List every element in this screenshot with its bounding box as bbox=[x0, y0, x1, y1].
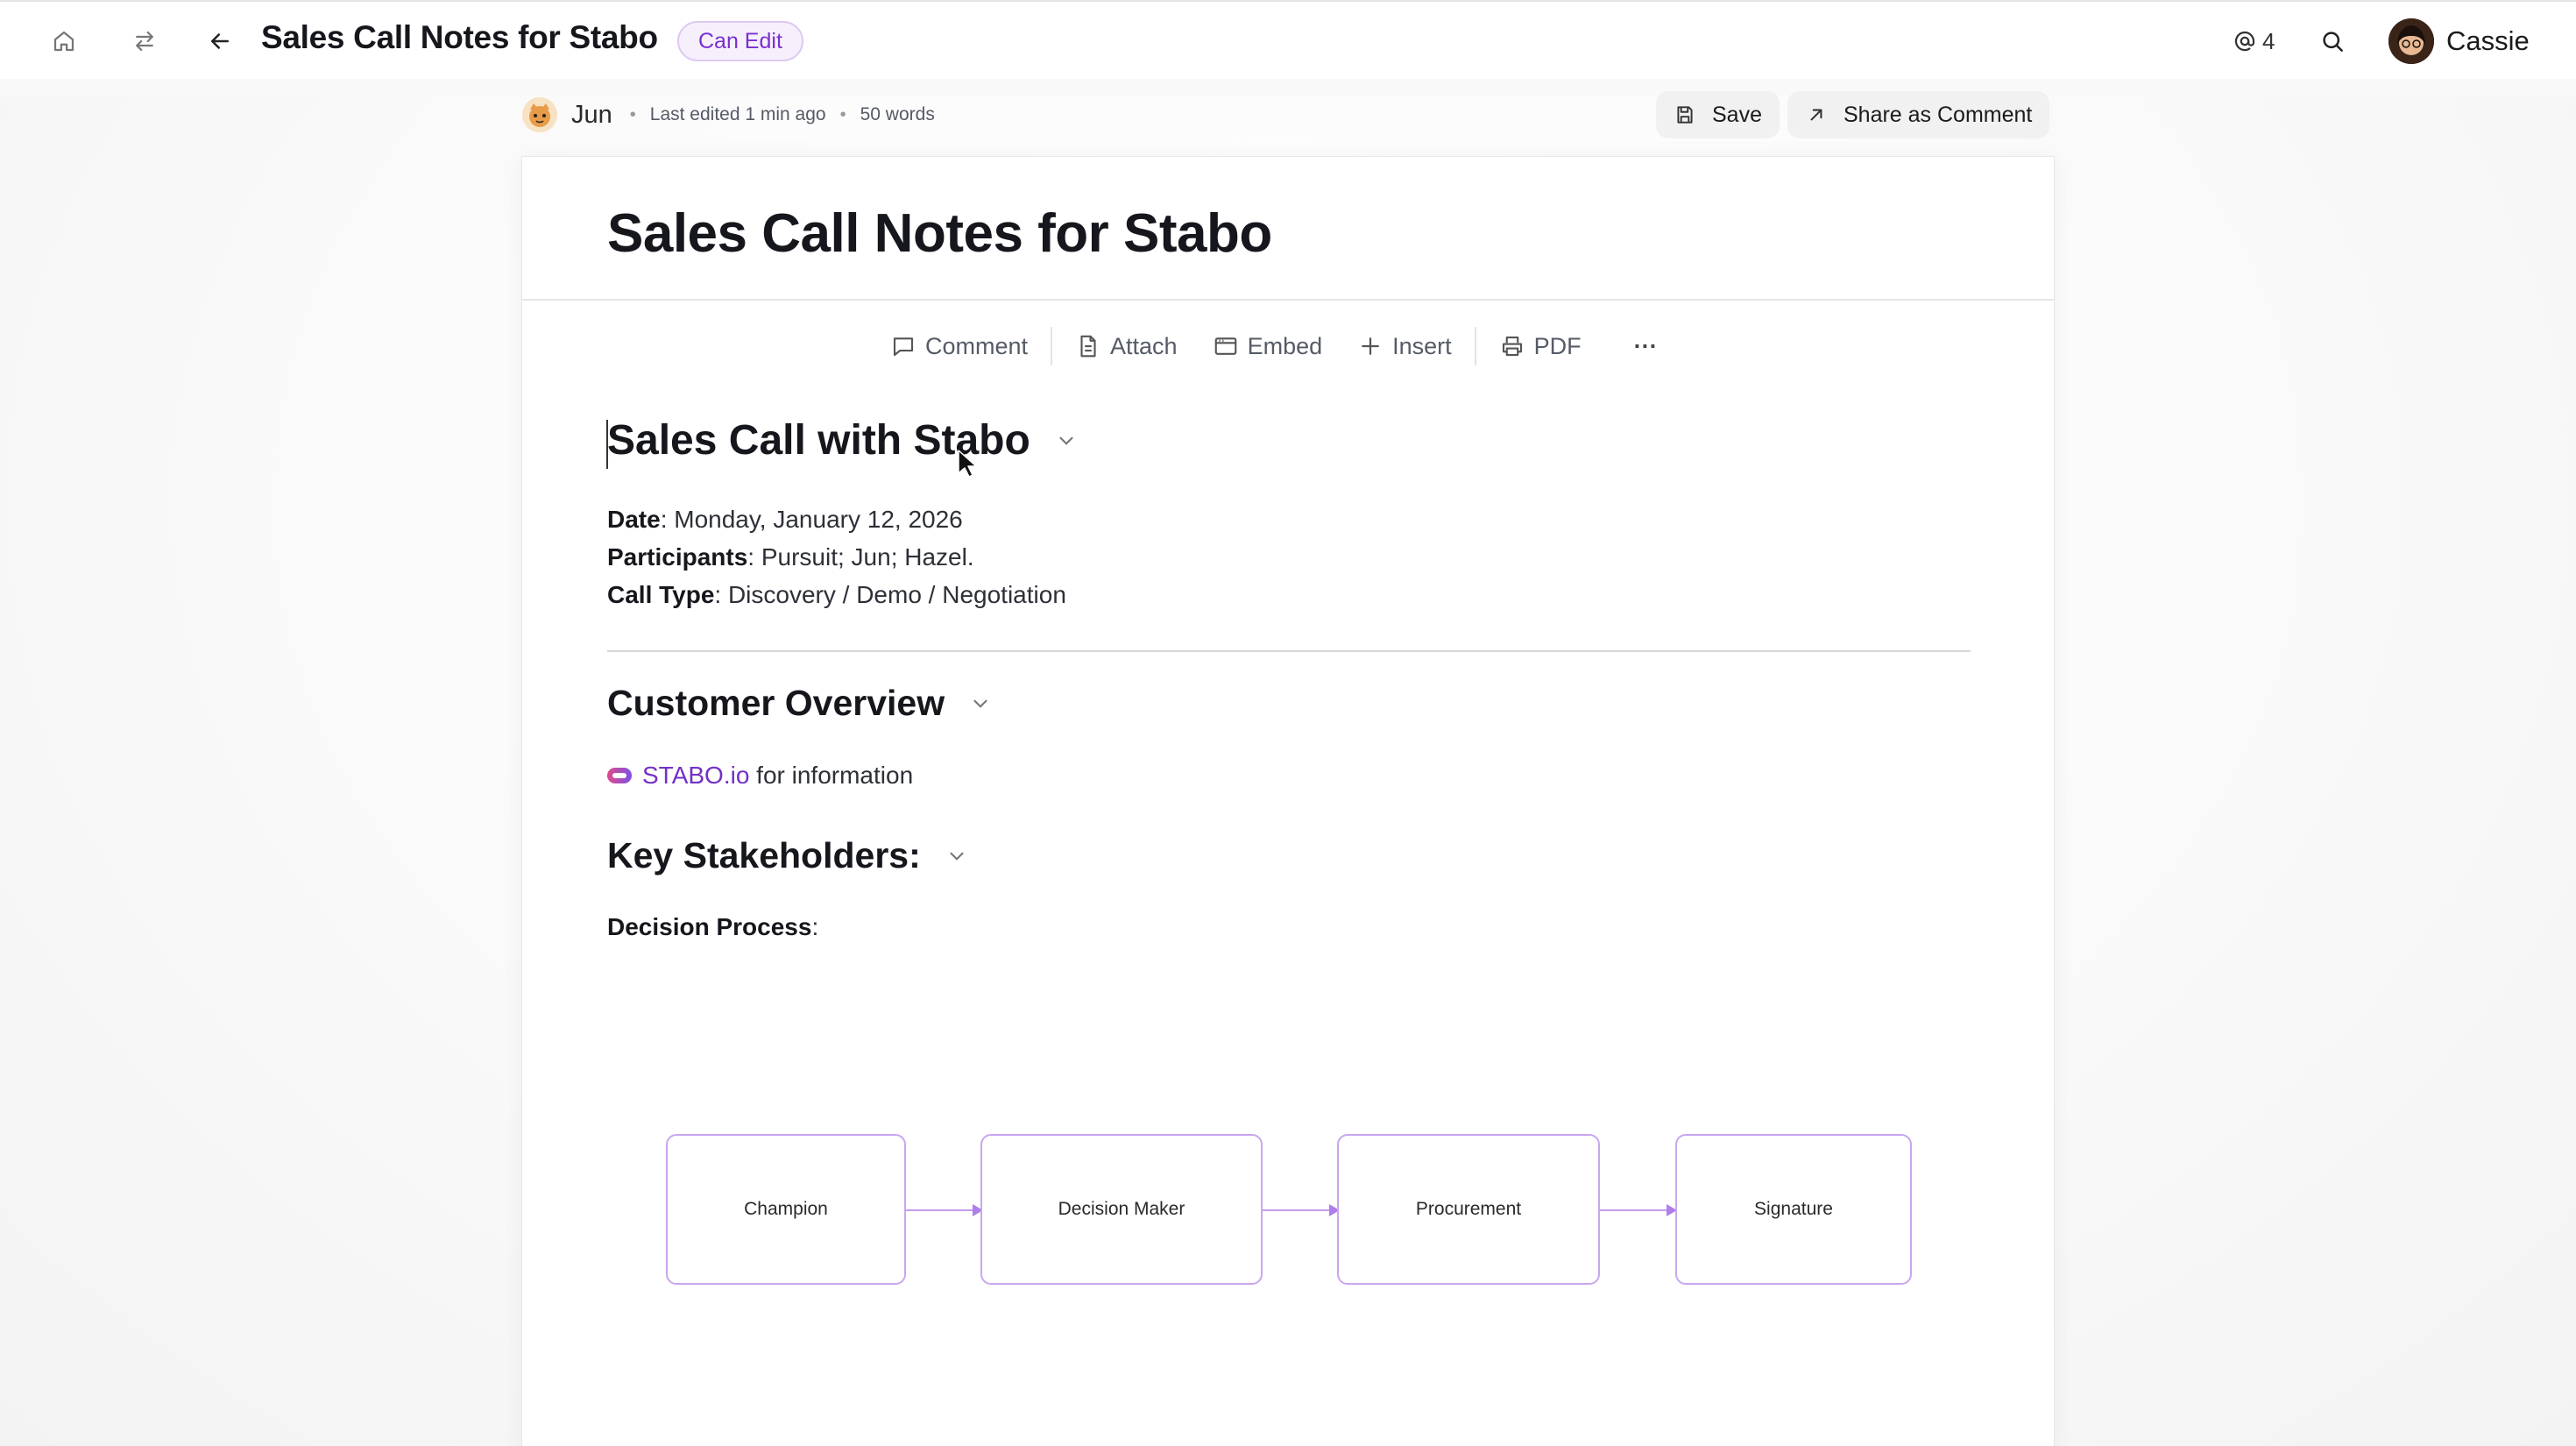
save-button[interactable]: Save bbox=[1656, 91, 1780, 138]
flow-arrow bbox=[1600, 1204, 1677, 1216]
printer-icon bbox=[1502, 336, 1522, 357]
top-bar: Sales Call Notes for Stabo Can Edit 4 Ca… bbox=[0, 0, 2576, 79]
stabo-link[interactable]: STABO.io bbox=[642, 762, 749, 789]
avatar bbox=[2388, 18, 2434, 64]
comment-bubble-icon bbox=[893, 337, 914, 357]
section-heading-key-stakeholders[interactable]: Key Stakeholders: bbox=[607, 835, 968, 876]
call-type-line: Call Type: Discovery / Demo / Negotiatio… bbox=[607, 581, 1066, 609]
arrow-up-right-icon bbox=[1810, 109, 1822, 121]
comment-label: Comment bbox=[925, 332, 1029, 359]
heading-text: Key Stakeholders: bbox=[607, 835, 921, 875]
document-header: Sales Call Notes for Stabo bbox=[522, 157, 2054, 301]
participants-label: Participants bbox=[607, 543, 748, 571]
home-icon[interactable] bbox=[38, 15, 90, 67]
date-value: : Monday, January 12, 2026 bbox=[660, 506, 963, 533]
save-label: Save bbox=[1712, 102, 1762, 127]
meta-separator: • bbox=[839, 104, 846, 124]
plus-icon bbox=[1362, 337, 1380, 355]
section-heading-sales-call[interactable]: Sales Call with Stabo bbox=[607, 416, 1078, 464]
embed-button[interactable]: Embed bbox=[1195, 320, 1341, 372]
switch-arrows-icon[interactable] bbox=[118, 15, 171, 67]
embed-label: Embed bbox=[1247, 332, 1323, 359]
call-type-value: : Discovery / Demo / Negotiation bbox=[714, 581, 1066, 608]
author-name[interactable]: Jun bbox=[571, 101, 612, 130]
document-icon bbox=[1080, 335, 1096, 358]
comment-button[interactable]: Comment bbox=[873, 320, 1045, 372]
pdf-label: PDF bbox=[1533, 332, 1582, 359]
permission-badge[interactable]: Can Edit bbox=[677, 21, 803, 61]
meta-separator: • bbox=[629, 104, 636, 124]
last-edited: Last edited 1 min ago bbox=[649, 104, 826, 124]
word-count: 50 words bbox=[860, 104, 935, 124]
mentions-button[interactable]: 4 bbox=[2233, 21, 2275, 61]
at-sign-icon bbox=[2234, 31, 2255, 52]
flow-node-signature[interactable]: Signature bbox=[1675, 1134, 1912, 1285]
share-label: Share as Comment bbox=[1844, 102, 2033, 127]
back-arrow-icon[interactable] bbox=[194, 15, 246, 67]
toolbar-divider bbox=[1474, 327, 1476, 365]
link-favicon-icon bbox=[607, 767, 632, 783]
attach-label: Attach bbox=[1110, 332, 1178, 359]
decision-process-suffix: : bbox=[811, 913, 819, 940]
document-card: Sales Call Notes for Stabo Comment Attac… bbox=[521, 156, 2055, 1446]
chevron-down-icon[interactable] bbox=[1055, 429, 1078, 452]
customer-overview-line: STABO.io for information bbox=[607, 762, 913, 790]
floppy-disk-icon bbox=[1677, 106, 1693, 124]
call-type-label: Call Type bbox=[607, 581, 715, 608]
document-title[interactable]: Sales Call Notes for Stabo bbox=[607, 202, 1272, 265]
flow-arrow bbox=[1263, 1204, 1340, 1216]
chevron-down-icon[interactable] bbox=[969, 692, 992, 715]
decision-process-line: Decision Process: bbox=[607, 913, 818, 941]
author-avatar bbox=[522, 97, 557, 132]
mentions-count: 4 bbox=[2262, 27, 2275, 54]
search-icon[interactable] bbox=[2306, 15, 2359, 67]
chevron-down-icon[interactable] bbox=[945, 845, 968, 868]
flow-node-decision-maker[interactable]: Decision Maker bbox=[980, 1134, 1263, 1285]
top-doc-title: Sales Call Notes for Stabo bbox=[261, 19, 658, 55]
more-options-button[interactable]: ··· bbox=[1617, 320, 1675, 372]
participants-line: Participants: Pursuit; Jun; Hazel. bbox=[607, 543, 974, 571]
document-toolbar: Comment Attach Embed Insert PDF ··· bbox=[873, 320, 1675, 372]
toolbar-divider bbox=[1051, 327, 1053, 365]
flow-node-procurement[interactable]: Procurement bbox=[1337, 1134, 1600, 1285]
decision-process-label: Decision Process bbox=[607, 913, 812, 940]
mouse-pointer-icon bbox=[958, 450, 976, 478]
flow-arrow bbox=[906, 1204, 983, 1216]
user-name: Cassie bbox=[2446, 25, 2530, 56]
browser-window-icon bbox=[1214, 337, 1236, 355]
doc-meta-row: Jun • Last edited 1 min ago • 50 words bbox=[522, 93, 935, 137]
pdf-button[interactable]: PDF bbox=[1482, 320, 1599, 372]
heading-text: Customer Overview bbox=[607, 683, 945, 723]
horizontal-rule bbox=[607, 650, 1971, 652]
participants-value: : Pursuit; Jun; Hazel. bbox=[747, 543, 974, 571]
date-line: Date: Monday, January 12, 2026 bbox=[607, 506, 963, 534]
user-menu[interactable]: Cassie bbox=[2388, 14, 2530, 68]
more-dots-icon: ··· bbox=[1633, 332, 1658, 359]
share-as-comment-button[interactable]: Share as Comment bbox=[1787, 91, 2050, 138]
section-heading-customer-overview[interactable]: Customer Overview bbox=[607, 683, 992, 724]
attach-button[interactable]: Attach bbox=[1058, 320, 1195, 372]
insert-button[interactable]: Insert bbox=[1340, 320, 1469, 372]
link-suffix: for information bbox=[749, 762, 914, 789]
flow-node-champion[interactable]: Champion bbox=[666, 1134, 906, 1285]
insert-label: Insert bbox=[1392, 332, 1452, 359]
date-label: Date bbox=[607, 506, 661, 533]
